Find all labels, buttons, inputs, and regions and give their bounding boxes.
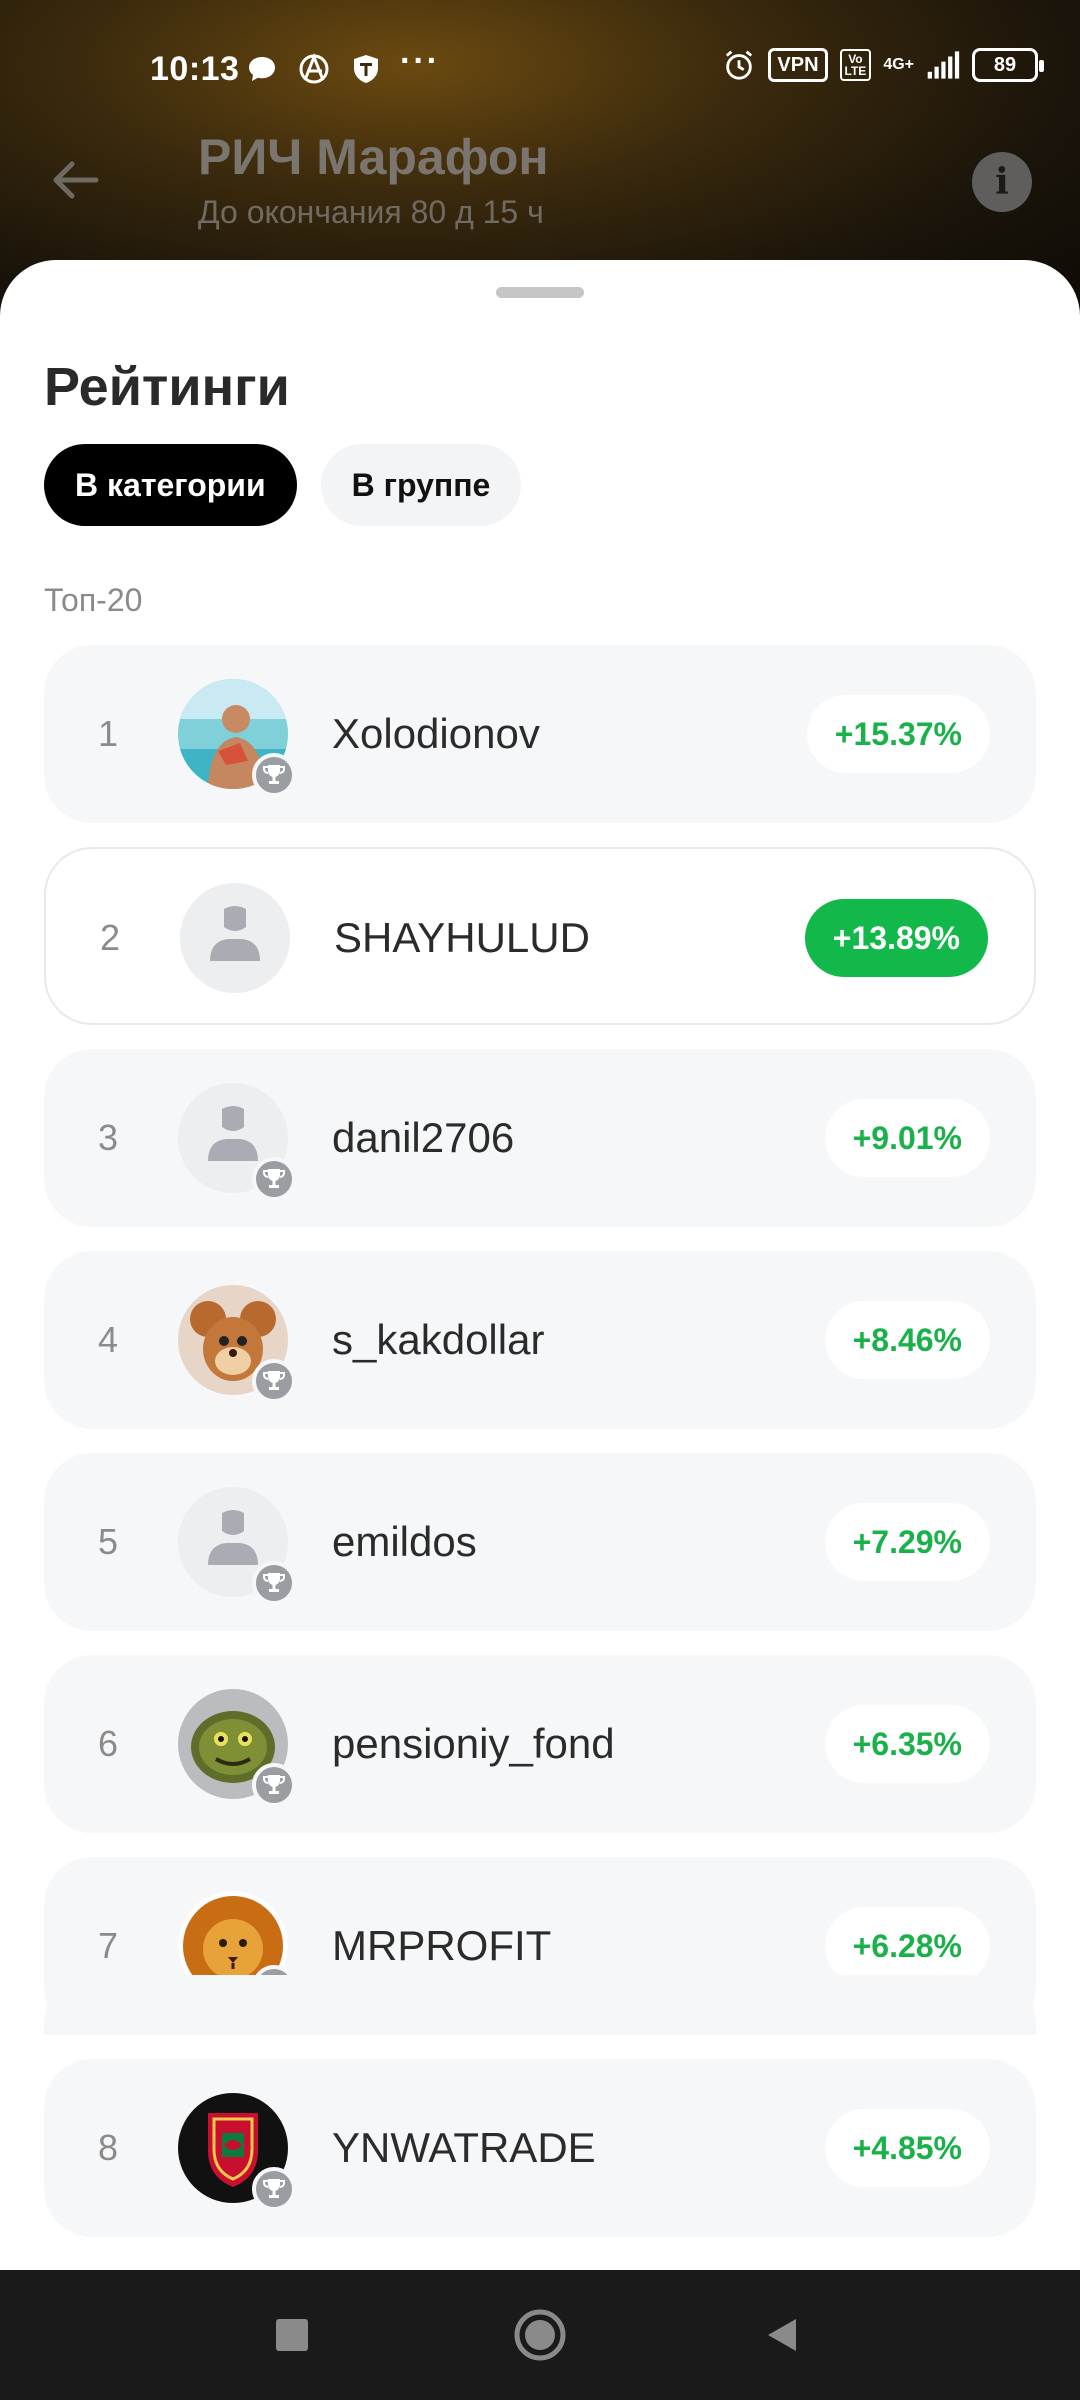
rank: 6 <box>98 1723 119 1764</box>
more-notifications-icon: ··· <box>400 42 440 80</box>
back-button[interactable] <box>46 150 106 210</box>
sheet-drag-handle[interactable] <box>496 287 584 298</box>
leaderboard-row[interactable]: 6 pensioniy_fond +6.35% <box>44 1655 1036 1833</box>
change-badge: +6.35% <box>824 1705 990 1783</box>
username: danil2706 <box>332 1114 515 1161</box>
status-notification-icons <box>245 52 383 86</box>
status-system-icons: VPN Vo LTE 4G+ 89 <box>722 48 1044 82</box>
avatar <box>178 679 296 797</box>
vpn-badge: VPN <box>768 48 828 82</box>
rank: 8 <box>98 2127 119 2168</box>
username: s_kakdollar <box>332 1316 545 1363</box>
shield-t-icon <box>349 52 383 86</box>
change-badge: +8.46% <box>824 1301 990 1379</box>
tab-in-category[interactable]: В категории <box>44 444 297 526</box>
leaderboard-row[interactable]: 8 YNWATRADE +4.85% <box>44 2059 1036 2237</box>
trophy-icon <box>252 2167 296 2211</box>
leaderboard-row[interactable]: 4 s_kakdollar +8.46% <box>44 1251 1036 1429</box>
rank: 4 <box>98 1319 119 1360</box>
username: pensioniy_fond <box>332 1720 615 1767</box>
recent-apps-button[interactable] <box>252 2270 332 2400</box>
username: emildos <box>332 1518 477 1565</box>
page-subtitle: До окончания 80 д 15 ч <box>198 194 544 230</box>
default-user-avatar <box>180 883 290 993</box>
page-title: РИЧ Марафон <box>198 129 549 185</box>
chat-bubble-icon <box>245 52 279 86</box>
square-icon <box>276 2319 308 2351</box>
trophy-icon <box>252 1561 296 1605</box>
triangle-back-icon <box>768 2319 796 2351</box>
leaderboard-row[interactable]: 3 danil2706 +9.01% <box>44 1049 1036 1227</box>
rank: 5 <box>98 1521 119 1562</box>
leaderboard-row[interactable]: 1 Xolodionov +15.37% <box>44 645 1036 823</box>
username: Xolodionov <box>332 710 540 757</box>
anarchy-icon <box>297 52 331 86</box>
trophy-icon <box>252 753 296 797</box>
change-badge: +9.01% <box>824 1099 990 1177</box>
alarm-icon <box>722 48 756 82</box>
ratings-sheet: Рейтинги В категории В группе Топ-20 1 X… <box>0 260 1080 2270</box>
rank: 3 <box>98 1117 119 1158</box>
avatar <box>178 1689 296 1807</box>
trophy-icon <box>252 1763 296 1807</box>
rank: 1 <box>98 713 119 754</box>
arrow-left-icon <box>53 161 99 199</box>
change-badge: +13.89% <box>804 899 988 977</box>
avatar <box>178 1487 296 1605</box>
system-navigation-bar <box>0 2270 1080 2400</box>
avatar <box>180 883 290 993</box>
rank: 2 <box>100 917 121 958</box>
change-badge: +15.37% <box>806 695 990 773</box>
avatar <box>178 1083 296 1201</box>
avatar <box>178 1285 296 1403</box>
info-icon: i <box>995 161 1009 203</box>
change-badge: +7.29% <box>824 1503 990 1581</box>
sheet-title: Рейтинги <box>44 357 290 417</box>
rating-tabs: В категории В группе <box>44 444 522 526</box>
battery-indicator: 89 <box>972 48 1044 82</box>
signal-icon <box>926 48 960 82</box>
volte-icon: Vo LTE <box>839 49 872 81</box>
username: SHAYHULUD <box>334 914 590 961</box>
status-time: 10:13 <box>150 50 240 88</box>
trophy-icon <box>252 1157 296 1201</box>
home-button[interactable] <box>500 2270 580 2400</box>
change-badge: +6.28% <box>824 1907 990 1985</box>
back-nav-button[interactable] <box>742 2270 822 2400</box>
tab-in-group[interactable]: В группе <box>320 444 522 526</box>
info-button[interactable]: i <box>972 152 1032 212</box>
status-bar: 10:13 ··· VPN Vo LTE 4G+ 89 <box>0 0 1080 140</box>
avatar <box>178 2093 296 2211</box>
change-badge: +4.85% <box>824 2109 990 2187</box>
circle-icon <box>514 2309 566 2361</box>
leaderboard-row[interactable]: 5 emildos +7.29% <box>44 1453 1036 1631</box>
trophy-icon <box>252 1359 296 1403</box>
network-type: 4G+ <box>883 56 914 73</box>
section-label: Топ-20 <box>44 582 143 618</box>
leaderboard-row-current-user[interactable]: 2 SHAYHULUD +13.89% <box>44 847 1036 1025</box>
username: YNWATRADE <box>332 2124 596 2171</box>
leaderboard-row-partial <box>44 1975 1036 2035</box>
